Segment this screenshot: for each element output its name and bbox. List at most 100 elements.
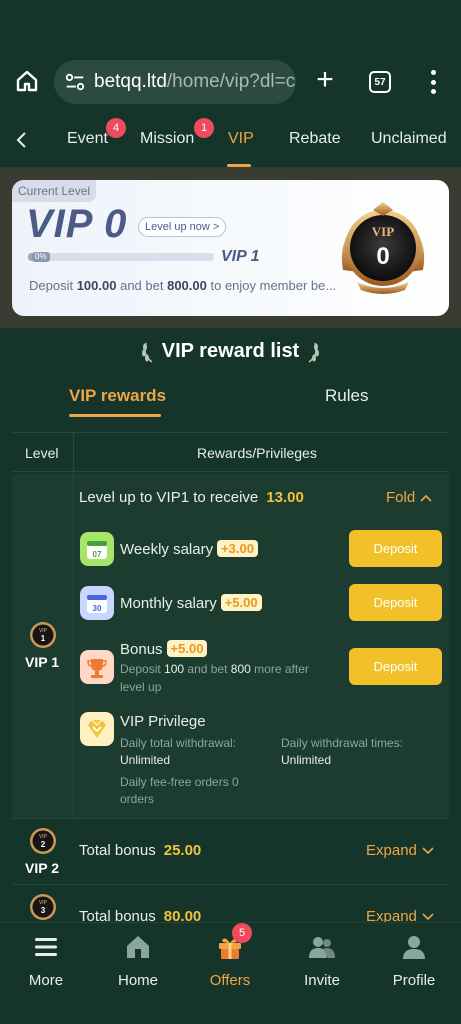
- laurel-right-icon: [308, 342, 319, 363]
- new-tab-plus-icon[interactable]: +: [311, 65, 339, 96]
- monthly-salary-label: Monthly salary +5.00: [120, 594, 262, 612]
- home-icon: [127, 936, 149, 958]
- bottom-navigation: More Home Offers 5 Invite Profile: [0, 922, 461, 1024]
- nav-profile[interactable]: Profile: [379, 933, 449, 989]
- vip1-receive-text: Level up to VIP1 to receive 13.00: [79, 489, 304, 506]
- laurel-left-icon: [142, 342, 153, 363]
- monthly-salary-amount: +5.00: [220, 594, 262, 611]
- reward-table-header: Level Rewards/Privileges: [12, 432, 449, 473]
- medal-number: 0: [376, 243, 389, 270]
- vip-privilege-label: VIP Privilege: [120, 713, 206, 730]
- vip3-badge-icon: VIP 3: [30, 894, 56, 920]
- tab-vip-rewards[interactable]: VIP rewards: [69, 386, 166, 406]
- vip2-expand-button[interactable]: Expand: [366, 842, 434, 859]
- url-domain: betqq.ltd: [94, 71, 167, 92]
- nav-more[interactable]: More: [11, 933, 81, 989]
- tab-rebate[interactable]: Rebate: [289, 130, 341, 148]
- vip-medal-icon: VIP 0: [341, 202, 425, 294]
- tab-unclaimed[interactable]: Unclaimed: [371, 130, 447, 148]
- current-level-label: Current Level: [12, 180, 97, 202]
- bonus-requirement-line2: level up: [120, 680, 162, 694]
- tab-count: 57: [374, 76, 386, 88]
- chevron-down-icon: [422, 913, 434, 921]
- tab-event[interactable]: Event: [67, 130, 108, 148]
- weekly-salary-label: Weekly salary +3.00: [120, 540, 258, 558]
- tab-vip[interactable]: VIP: [228, 130, 254, 148]
- weekly-calendar-icon: 07: [80, 532, 114, 566]
- next-vip-level: VIP 1: [221, 248, 260, 265]
- level-up-requirement: Deposit 100.00 and bet 800.00 to enjoy m…: [29, 278, 337, 293]
- reward-subtabs: VIP rewards Rules: [0, 382, 461, 422]
- back-icon[interactable]: [12, 130, 32, 150]
- browser-toolbar: betqq.ltd/home/vip?dl=c + 57: [0, 0, 461, 112]
- browser-menu-icon[interactable]: [425, 68, 441, 96]
- svg-text:30: 30: [93, 604, 102, 613]
- bonus-label: Bonus +5.00: [120, 640, 208, 658]
- monthly-calendar-icon: 30: [80, 586, 114, 620]
- nav-home[interactable]: Home: [103, 933, 173, 989]
- vip-privilege-diamond-icon: [80, 712, 114, 746]
- browser-home-icon[interactable]: [12, 66, 42, 96]
- nav-more-label: More: [28, 972, 64, 989]
- svg-text:2: 2: [41, 840, 46, 849]
- offers-badge: 5: [232, 923, 252, 943]
- subtab-indicator: [69, 414, 161, 417]
- tab-mission[interactable]: Mission: [140, 130, 194, 148]
- daily-withdrawal-label: Daily total withdrawal:: [120, 736, 237, 750]
- fold-button[interactable]: Fold: [386, 489, 432, 506]
- tab-rules[interactable]: Rules: [325, 386, 368, 406]
- tab-switcher-button[interactable]: 57: [369, 71, 391, 93]
- vip2-total-amount: 25.00: [163, 842, 202, 859]
- nav-home-label: Home: [117, 972, 158, 989]
- menu-lines-icon: [35, 938, 57, 956]
- progress-percent: 0%: [32, 252, 50, 262]
- bonus-trophy-icon: [80, 650, 114, 684]
- level-progress-bar: [28, 253, 214, 261]
- address-bar[interactable]: betqq.ltd/home/vip?dl=c: [54, 60, 296, 104]
- weekly-deposit-button[interactable]: Deposit: [349, 530, 442, 567]
- current-level-card: Current Level VIP 0 Level up now > 0% VI…: [12, 180, 449, 316]
- bonus-amount: +5.00: [166, 640, 208, 657]
- bonus-requirement-line1: Deposit 100 and bet 800 more after: [120, 662, 309, 676]
- svg-text:1: 1: [41, 634, 46, 643]
- chevron-down-icon: [422, 847, 434, 855]
- vip2-label: VIP 2: [25, 860, 59, 876]
- withdrawal-times-value: Unlimited: [281, 753, 332, 767]
- daily-withdrawal-value: Unlimited: [120, 753, 171, 767]
- chevron-up-icon: [420, 494, 432, 502]
- vip1-row: [12, 474, 449, 818]
- svg-text:3: 3: [41, 906, 46, 915]
- vip1-receive-amount: 13.00: [266, 489, 304, 506]
- nav-profile-label: Profile: [392, 972, 436, 989]
- vip2-total-bonus: Total bonus 25.00: [79, 842, 202, 859]
- weekly-salary-amount: +3.00: [217, 540, 258, 557]
- column-level: Level: [25, 445, 59, 461]
- mission-badge: 1: [194, 118, 214, 138]
- column-rewards: Rewards/Privileges: [197, 445, 317, 461]
- fee-free-orders-line2: orders: [120, 792, 155, 806]
- fee-free-orders-line1: Daily fee-free orders 0: [120, 775, 239, 789]
- reward-list-title: VIP reward list: [0, 340, 461, 363]
- withdrawal-times-label: Daily withdrawal times:: [281, 736, 404, 750]
- svg-text:07: 07: [93, 550, 102, 559]
- nav-offers[interactable]: Offers: [195, 933, 265, 989]
- monthly-deposit-button[interactable]: Deposit: [349, 584, 442, 621]
- profile-icon: [403, 936, 425, 959]
- current-vip-level: VIP 0: [26, 202, 128, 246]
- nav-invite-label: Invite: [304, 972, 340, 989]
- nav-offers-label: Offers: [209, 972, 251, 989]
- vip1-label: VIP 1: [25, 654, 59, 670]
- active-tab-indicator: [227, 164, 251, 167]
- url-path: /home/vip?dl=c: [166, 71, 296, 92]
- promo-nav: Event 4 Mission 1 VIP Rebate Unclaimed: [0, 112, 461, 168]
- nav-invite[interactable]: Invite: [287, 933, 357, 989]
- vip1-badge-icon: VIP 1: [30, 622, 56, 648]
- medal-title: VIP: [372, 224, 394, 239]
- site-settings-icon[interactable]: [64, 71, 86, 93]
- event-badge: 4: [106, 118, 126, 138]
- level-up-now-button[interactable]: Level up now >: [138, 217, 227, 237]
- bonus-deposit-button[interactable]: Deposit: [349, 648, 442, 685]
- url-text: betqq.ltd/home/vip?dl=c: [94, 71, 295, 93]
- invite-people-icon: [309, 937, 335, 958]
- vip2-badge-icon: VIP 2: [30, 828, 56, 854]
